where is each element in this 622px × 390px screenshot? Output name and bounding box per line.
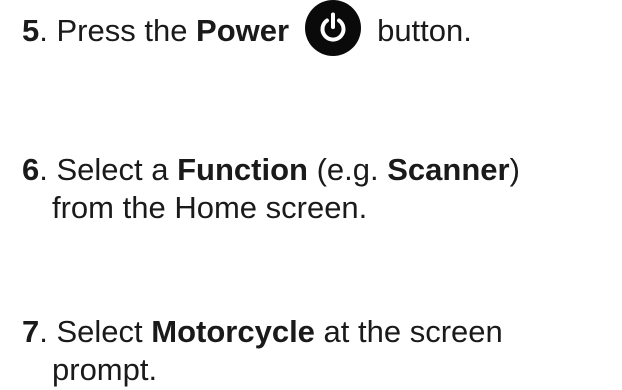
step-text-line2: prompt. [52,352,158,387]
step-number: 6 [22,152,40,187]
step-separator: . [39,152,57,187]
step-6: 6. Select a Function (e.g. Scanner) from … [22,151,520,227]
step-text: ) [509,152,520,187]
step-7: 7. Select Motorcycle at the screen prompt… [22,313,503,389]
step-text: at the screen [314,314,503,349]
step-number: 5 [22,13,40,49]
scanner-label: Scanner [387,152,510,187]
step-text: Select [56,314,152,349]
step-separator: . [39,13,57,49]
step-text: button. [377,13,472,49]
step-text: Select a [56,152,178,187]
motorcycle-label: Motorcycle [151,314,315,349]
step-text: Press the [56,13,197,49]
power-label: Power [196,13,290,49]
step-number: 7 [22,314,40,349]
step-5: 5. Press the Power button. [22,0,472,56]
power-icon [305,0,362,56]
step-separator: . [39,314,57,349]
step-text-line2: from the Home screen. [52,190,368,225]
step-text: (e.g. [307,152,388,187]
function-label: Function [177,152,308,187]
